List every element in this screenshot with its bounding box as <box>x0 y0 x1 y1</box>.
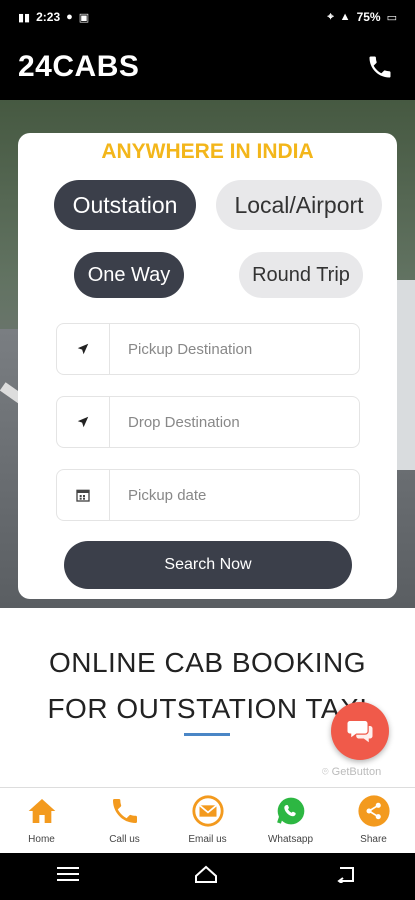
getbutton-label[interactable]: ⌾ GetButton <box>322 766 381 779</box>
headline-line-1: ONLINE CAB BOOKING <box>48 647 367 678</box>
share-icon <box>357 794 391 828</box>
search-now-button[interactable]: Search Now <box>64 541 352 589</box>
drop-input[interactable]: Drop Destination <box>110 397 359 447</box>
card-title: ANYWHERE IN INDIA <box>101 140 314 163</box>
nav-email[interactable]: Email us <box>166 788 249 853</box>
calendar-icon <box>57 470 110 520</box>
status-time: 2:23 <box>36 10 61 24</box>
drop-field[interactable]: Drop Destination <box>56 396 360 448</box>
chat-icon <box>347 721 373 743</box>
nav-share-label: Share <box>360 834 387 845</box>
signal-icon: ▮▮ <box>18 11 31 24</box>
nav-home[interactable]: Home <box>0 788 83 853</box>
date-field[interactable]: Pickup date <box>56 469 360 521</box>
phone-icon <box>108 794 142 828</box>
booking-card: ANYWHERE IN INDIA Outstation Local/Airpo… <box>18 133 397 599</box>
notification-icon: ● <box>66 11 73 23</box>
status-left: ▮▮ 2:23 ● ▣ <box>18 10 89 24</box>
nav-home-label: Home <box>28 834 55 845</box>
pickup-input[interactable]: Pickup Destination <box>110 324 359 374</box>
nav-whatsapp[interactable]: Whatsapp <box>249 788 332 853</box>
status-bar: ▮▮ 2:23 ● ▣ ⌖ ▲ 75% ▭ <box>0 0 415 34</box>
back-icon[interactable] <box>334 865 358 888</box>
network-icon: ▲ <box>339 11 351 23</box>
one-way-tab[interactable]: One Way <box>74 252 184 298</box>
home-icon <box>25 794 59 828</box>
nav-share[interactable]: Share <box>332 788 415 853</box>
system-nav-bar <box>0 853 415 900</box>
location-arrow-icon <box>57 397 110 447</box>
home-nav-icon[interactable] <box>193 864 219 889</box>
status-right: ⌖ ▲ 75% ▭ <box>327 10 397 24</box>
brand-logo[interactable]: 24CABS <box>18 50 139 84</box>
round-trip-tab[interactable]: Round Trip <box>239 252 363 298</box>
getbutton-text: GetButton <box>331 766 382 778</box>
message-icon: ▣ <box>78 11 90 24</box>
battery-percent: 75% <box>356 10 381 24</box>
nav-call[interactable]: Call us <box>83 788 166 853</box>
phone-icon[interactable] <box>363 50 397 84</box>
battery-icon: ▭ <box>386 11 397 24</box>
outstation-tab[interactable]: Outstation <box>54 180 196 230</box>
pickup-field[interactable]: Pickup Destination <box>56 323 360 375</box>
nav-email-label: Email us <box>188 834 227 845</box>
nav-whatsapp-label: Whatsapp <box>267 834 314 845</box>
app-header: 24CABS <box>0 34 415 100</box>
chat-button[interactable] <box>331 702 389 760</box>
nav-call-label: Call us <box>109 834 140 845</box>
location-icon: ⌖ <box>327 10 334 23</box>
local-airport-tab[interactable]: Local/Airport <box>216 180 382 230</box>
bottom-nav: Home Call us Email us Whatsapp Share <box>0 787 415 853</box>
date-input[interactable]: Pickup date <box>110 470 359 520</box>
email-icon <box>191 794 225 828</box>
headline-underline <box>184 733 230 736</box>
menu-icon[interactable] <box>57 865 80 888</box>
location-arrow-icon <box>57 324 110 374</box>
whatsapp-icon <box>274 794 308 828</box>
